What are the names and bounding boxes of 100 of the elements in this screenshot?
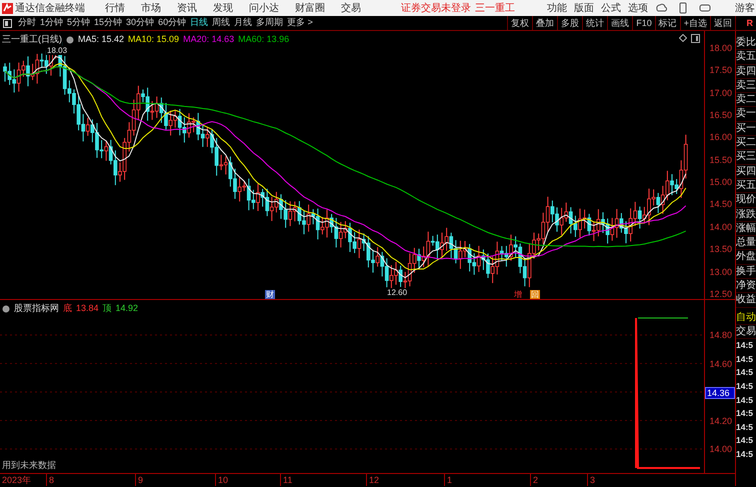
menu-item[interactable]: 问小达 — [249, 0, 279, 16]
trade-time: 14:5 — [736, 434, 754, 448]
quote-field-label: 涨幅 — [736, 222, 756, 236]
settings-icon[interactable] — [66, 36, 74, 44]
quote-field-label: 买一 — [736, 122, 756, 136]
menu-item[interactable]: 交易 — [341, 0, 361, 16]
indicator-label: 顶 — [102, 302, 112, 316]
menu-item[interactable]: 财富圈 — [295, 0, 325, 16]
quote-field-label: 收益 — [736, 293, 756, 308]
menu-item[interactable]: 版面 — [574, 0, 594, 16]
period-tab[interactable]: 周线 — [210, 16, 232, 30]
auto-label[interactable]: 自动 — [736, 310, 756, 325]
quote-field-label: 卖三 — [736, 78, 756, 94]
low-price-label: 12.60 — [386, 288, 408, 297]
indicator-axis-label: 14.00 — [709, 444, 732, 454]
price-axis-label: 14.50 — [709, 199, 732, 210]
message-icon[interactable] — [699, 2, 711, 14]
period-tab[interactable]: 更多 > — [285, 16, 315, 30]
period-tab[interactable]: 15分钟 — [92, 16, 124, 30]
indicator-label: 底 — [63, 302, 72, 316]
period-tab[interactable]: 分时 — [16, 16, 38, 30]
cloud-icon[interactable] — [655, 2, 667, 14]
indicator-name: 股票指标网 — [14, 302, 59, 316]
menu-item[interactable]: 资讯 — [177, 0, 197, 16]
menu-item[interactable]: 行情 — [105, 0, 125, 16]
menu-item[interactable]: 公式 — [601, 0, 621, 16]
toolbar-button[interactable]: 叠加 — [532, 16, 558, 30]
price-axis-label: 15.50 — [709, 154, 732, 165]
toolbar-button[interactable]: 复权 — [507, 16, 532, 30]
price-axis-label: 12.50 — [709, 288, 732, 299]
trade-time: 14:5 — [736, 448, 754, 461]
quote-field-label: 卖四 — [736, 64, 756, 79]
toolbar-button[interactable]: +自选 — [680, 16, 710, 30]
trade-time: 14:5 — [736, 407, 754, 420]
period-tab[interactable]: 60分钟 — [156, 16, 188, 30]
toolbar-button[interactable]: 标记 — [654, 16, 680, 30]
toolbar-button[interactable]: 画线 — [607, 16, 632, 30]
menu-item[interactable]: 选项 — [628, 0, 648, 16]
menu-item[interactable]: 发现 — [213, 0, 233, 16]
quote-field-label: 委比 — [736, 36, 756, 50]
date-axis-label: 1 — [444, 474, 452, 486]
price-axis-label: 16.00 — [709, 132, 732, 142]
period-tab[interactable]: 日线 — [188, 16, 210, 30]
quote-field-label: 卖二 — [736, 93, 756, 108]
stock-name: 三一重工 — [475, 2, 515, 16]
period-tab[interactable]: 多周期 — [254, 16, 286, 30]
quote-field-label: 涨跌 — [736, 208, 756, 222]
quote-field-label: 买五 — [736, 178, 756, 194]
trade-time: 14:5 — [736, 394, 754, 407]
phone-icon[interactable] — [677, 2, 689, 14]
period-tab[interactable]: 月线 — [232, 16, 254, 30]
indicator-axis-label: 14.80 — [709, 330, 732, 340]
menu-item[interactable]: 功能 — [547, 0, 567, 16]
trade-time: 14:5 — [736, 380, 754, 394]
settings-icon[interactable] — [2, 304, 10, 313]
user-name[interactable]: 游客 — [735, 0, 755, 16]
side-tab[interactable]: R — [735, 16, 756, 30]
price-axis-label: 13.50 — [709, 244, 732, 254]
panel-icon[interactable] — [691, 34, 700, 43]
quote-field-label: 买四 — [736, 164, 756, 179]
price-axis-label: 15.00 — [709, 177, 732, 188]
toolbar-button[interactable]: 返回 — [710, 16, 735, 30]
toolbar-button[interactable]: 多股 — [557, 16, 582, 30]
toolbar-button[interactable]: F10 — [632, 16, 655, 30]
indicator-axis-label: 14.20 — [709, 416, 732, 426]
date-axis-label: 2023年 — [2, 474, 32, 486]
price-axis-label: 16.50 — [709, 110, 732, 120]
quote-field-label: 换手 — [736, 264, 756, 280]
chart-title: 三一重工(日线) — [2, 33, 62, 46]
app-title: 通达信金融终端 — [15, 2, 85, 16]
trade-time: 14:5 — [736, 420, 754, 434]
quote-field-label: 总量 — [736, 236, 756, 250]
high-price-label: 18.03 — [46, 46, 68, 55]
quote-field-label: 卖一 — [736, 107, 756, 122]
quote-field-label: 净资 — [736, 279, 756, 294]
trade-label: 交易 — [736, 324, 756, 340]
date-axis-label: 12 — [366, 474, 380, 486]
period-tab[interactable]: 5分钟 — [65, 16, 92, 30]
panel-toggle-icon[interactable] — [3, 18, 12, 28]
period-tab[interactable]: 30分钟 — [124, 16, 156, 30]
date-axis-label: 11 — [280, 474, 292, 486]
event-marker[interactable]: 财 — [265, 290, 275, 299]
login-status[interactable]: 证券交易未登录 — [401, 0, 471, 16]
price-axis-label: 13.00 — [709, 266, 732, 276]
quote-field-label: 外盘 — [736, 250, 756, 265]
trade-time: 14:5 — [736, 339, 754, 352]
diamond-icon[interactable] — [679, 34, 687, 43]
date-axis-label: 9 — [135, 474, 144, 486]
period-tab[interactable]: 1分钟 — [38, 16, 66, 30]
trade-time: 14:5 — [736, 352, 754, 366]
event-marker[interactable]: 增 — [513, 290, 523, 299]
date-axis-label: 10 — [215, 474, 228, 486]
price-axis-label: 17.00 — [709, 88, 732, 98]
quote-field-label: 卖五 — [736, 50, 756, 65]
date-axis-label: 8 — [46, 474, 54, 486]
quote-field-label: 现价 — [736, 193, 756, 208]
toolbar-button[interactable]: 统计 — [582, 16, 608, 30]
menu-item[interactable]: 市场 — [141, 0, 161, 16]
price-axis-label: 18.00 — [709, 43, 732, 53]
quote-field-label: 买三 — [736, 150, 756, 165]
